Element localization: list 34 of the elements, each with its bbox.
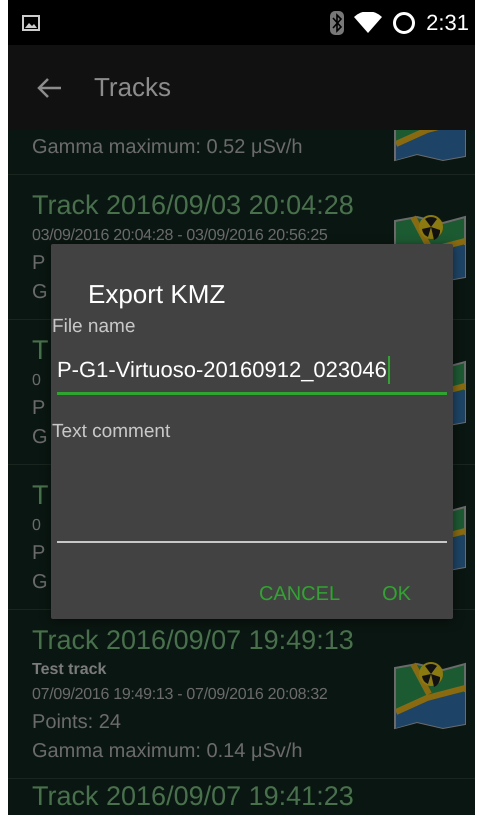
dialog-button[interactable]: CANCEL [246, 577, 352, 612]
track-points: Points: 24 [32, 710, 121, 735]
wifi-icon [354, 12, 382, 34]
track-title: Track 2016/09/03 20:04:28 [32, 189, 354, 222]
track-gamma: G [32, 425, 48, 450]
track-dates: 03/09/2016 20:04:28 - 03/09/2016 20:56:25 [32, 226, 328, 246]
track-points: P [32, 251, 46, 276]
screen-title: Tracks [94, 72, 172, 103]
track-points: P [32, 396, 46, 421]
track-item[interactable]: Gamma maximum: 0.52 μSv/h [8, 130, 475, 175]
track-dates: 0 [32, 516, 41, 536]
circle-icon [392, 10, 416, 34]
dialog-button[interactable]: OK [370, 577, 423, 612]
input-field[interactable]: P-G1-Virtuoso-20160912_023046 [57, 348, 447, 395]
track-note: Test track [32, 660, 106, 680]
track-gamma: Gamma maximum: 0.52 μSv/h [32, 135, 302, 160]
track-title: T [32, 479, 48, 512]
bluetooth-icon [330, 10, 344, 34]
field-label: File name [51, 315, 136, 339]
track-gamma: G [32, 570, 48, 595]
track-title: Track 2016/09/07 19:49:13 [32, 624, 354, 657]
track-title: Track 2016/09/07 19:41:23 [32, 781, 354, 811]
track-gamma: Gamma maximum: 0.14 μSv/h [32, 739, 302, 764]
back-arrow-icon[interactable] [36, 76, 62, 98]
track-points: P [32, 541, 46, 566]
field-label: Text comment [51, 420, 170, 444]
track-dates: 07/09/2016 19:49:13 - 07/09/2016 20:08:32 [32, 685, 328, 705]
track-item[interactable]: Track 2016/09/07 19:41:23 [8, 779, 475, 815]
dialog-title: Export KMZ [87, 278, 226, 310]
clock-time: 2:31 [426, 10, 469, 36]
image-icon [22, 14, 40, 30]
track-title: T [32, 334, 48, 367]
track-gamma: G [32, 280, 48, 305]
track-dates: 0 [32, 371, 41, 391]
